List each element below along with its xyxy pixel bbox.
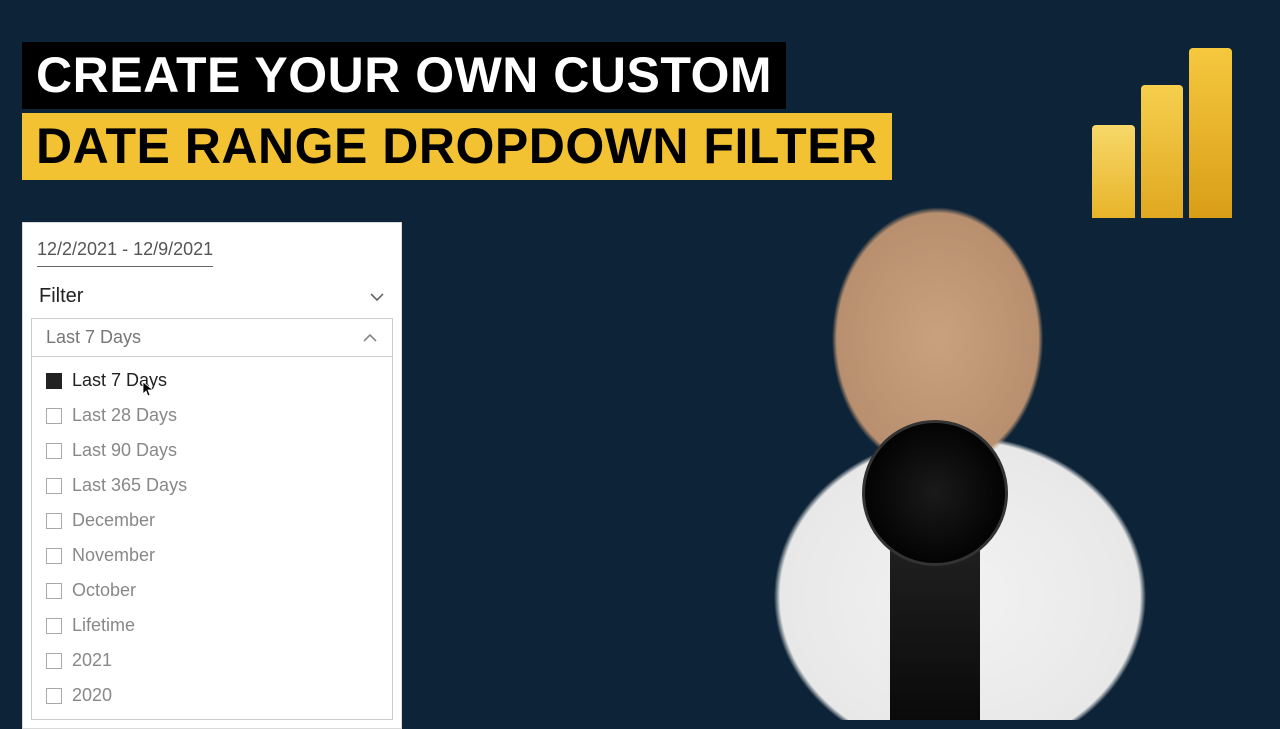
checkbox-icon[interactable] [46, 373, 62, 389]
checkbox-icon[interactable] [46, 653, 62, 669]
filter-label: Filter [39, 285, 83, 308]
dropdown-option[interactable]: Last 90 Days [32, 433, 392, 468]
dropdown-option[interactable]: November [32, 538, 392, 573]
option-label: Lifetime [72, 612, 135, 639]
dropdown-option[interactable]: 2021 [32, 643, 392, 678]
microphone [890, 460, 980, 720]
option-label: 2021 [72, 647, 112, 674]
chevron-down-icon [369, 289, 385, 305]
option-label: Last 28 Days [72, 402, 177, 429]
filter-section-header[interactable]: Filter [23, 277, 401, 318]
dropdown-option[interactable]: Last 28 Days [32, 398, 392, 433]
option-label: October [72, 577, 136, 604]
chevron-up-icon [362, 330, 378, 346]
dropdown-option[interactable]: Lifetime [32, 608, 392, 643]
option-label: Last 365 Days [72, 472, 187, 499]
dropdown-selected-value: Last 7 Days [46, 327, 141, 348]
checkbox-icon[interactable] [46, 443, 62, 459]
dropdown-option[interactable]: December [32, 503, 392, 538]
power-bi-logo-icon [1092, 48, 1232, 218]
option-label: December [72, 507, 155, 534]
option-label: November [72, 542, 155, 569]
title-line-1: CREATE YOUR OWN CUSTOM [22, 42, 786, 109]
checkbox-icon[interactable] [46, 513, 62, 529]
checkbox-icon[interactable] [46, 618, 62, 634]
option-label: Last 90 Days [72, 437, 177, 464]
dropdown-option[interactable]: October [32, 573, 392, 608]
checkbox-icon[interactable] [46, 408, 62, 424]
checkbox-icon[interactable] [46, 688, 62, 704]
title-block: CREATE YOUR OWN CUSTOM DATE RANGE DROPDO… [22, 42, 892, 180]
option-label: 2020 [72, 682, 112, 709]
dropdown-options-list: Last 7 Days Last 28 Days Last 90 Days Last … [31, 357, 393, 720]
option-label: Last 7 Days [72, 367, 167, 394]
dropdown-option[interactable]: Last 7 Days [32, 363, 392, 398]
date-range-display: 12/2/2021 - 12/9/2021 [37, 233, 213, 267]
filter-panel: 12/2/2021 - 12/9/2021 Filter Last 7 Days… [22, 222, 402, 729]
checkbox-icon[interactable] [46, 478, 62, 494]
checkbox-icon[interactable] [46, 548, 62, 564]
dropdown-option[interactable]: Last 365 Days [32, 468, 392, 503]
dropdown-option[interactable]: 2020 [32, 678, 392, 713]
checkbox-icon[interactable] [46, 583, 62, 599]
title-line-2: DATE RANGE DROPDOWN FILTER [22, 113, 892, 180]
dropdown-header[interactable]: Last 7 Days [31, 318, 393, 357]
